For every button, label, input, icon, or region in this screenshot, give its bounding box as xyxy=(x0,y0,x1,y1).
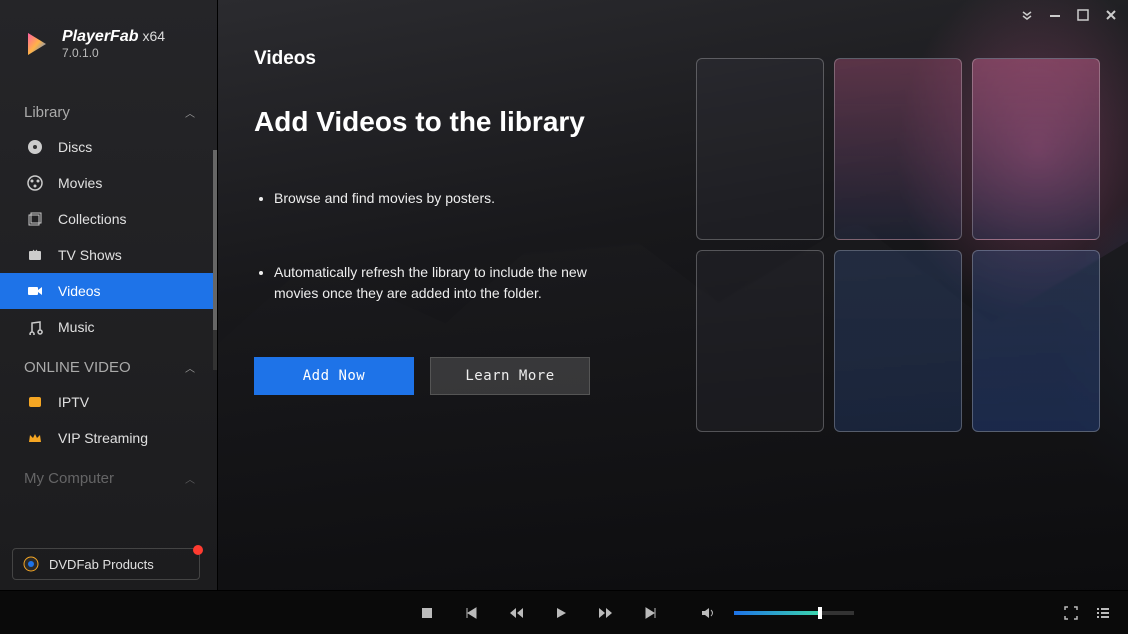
notification-dot-icon xyxy=(193,545,203,555)
player-bar xyxy=(0,590,1128,634)
sidebar-item-iptv[interactable]: IPTV xyxy=(0,384,217,420)
learn-more-button[interactable]: Learn More xyxy=(430,357,590,395)
volume-control xyxy=(700,605,854,621)
tv-icon xyxy=(26,246,44,264)
previous-icon[interactable] xyxy=(464,606,478,620)
section-my-computer[interactable]: My Computer ︿ xyxy=(0,462,217,495)
app-name: PlayerFab xyxy=(62,28,138,45)
sidebar-item-label: IPTV xyxy=(58,394,89,410)
transport-controls xyxy=(420,606,658,620)
play-icon[interactable] xyxy=(554,606,568,620)
maximize-icon[interactable] xyxy=(1076,8,1090,22)
sidebar-item-label: VIP Streaming xyxy=(58,430,148,446)
dvdfab-icon xyxy=(23,556,39,572)
chevron-up-icon: ︿ xyxy=(185,471,195,486)
sidebar-item-label: Movies xyxy=(58,175,102,191)
sidebar-item-vip-streaming[interactable]: VIP Streaming xyxy=(0,420,217,456)
add-now-button[interactable]: Add Now xyxy=(254,357,414,395)
crown-icon xyxy=(26,429,44,447)
iptv-icon xyxy=(26,393,44,411)
disc-icon xyxy=(26,138,44,156)
sidebar-scrollbar[interactable] xyxy=(213,150,217,370)
app-brand: PlayerFabx64 7.0.1.0 xyxy=(0,28,217,60)
stop-icon[interactable] xyxy=(420,606,434,620)
right-player-controls xyxy=(1064,606,1110,620)
volume-thumb[interactable] xyxy=(818,607,822,619)
scrollbar-thumb[interactable] xyxy=(213,150,217,330)
section-online-label: ONLINE VIDEO xyxy=(24,359,131,376)
volume-icon[interactable] xyxy=(700,605,716,621)
dropdown-icon[interactable] xyxy=(1020,8,1034,22)
sidebar-item-movies[interactable]: Movies xyxy=(0,165,217,201)
sidebar-item-label: TV Shows xyxy=(58,247,122,263)
section-computer-label: My Computer xyxy=(24,470,114,487)
close-icon[interactable] xyxy=(1104,8,1118,22)
page-heading: Add Videos to the library xyxy=(254,106,1092,138)
sidebar-item-music[interactable]: Music xyxy=(0,309,217,345)
sidebar-item-discs[interactable]: Discs xyxy=(0,129,217,165)
fast-forward-icon[interactable] xyxy=(598,606,614,620)
feature-bullet: Browse and find movies by posters. xyxy=(274,188,594,208)
chevron-up-icon: ︿ xyxy=(185,360,195,375)
playlist-icon[interactable] xyxy=(1096,606,1110,620)
collections-icon xyxy=(26,210,44,228)
section-online-video[interactable]: ONLINE VIDEO ︿ xyxy=(0,351,217,384)
app-arch: x64 xyxy=(142,28,165,44)
section-library-label: Library xyxy=(24,104,70,121)
film-icon xyxy=(26,174,44,192)
next-icon[interactable] xyxy=(644,606,658,620)
app-logo-icon xyxy=(22,29,52,59)
promo-label: DVDFab Products xyxy=(49,557,154,572)
fullscreen-icon[interactable] xyxy=(1064,606,1078,620)
page-title: Videos xyxy=(254,48,1092,70)
app-version: 7.0.1.0 xyxy=(62,46,165,60)
sidebar-item-tvshows[interactable]: TV Shows xyxy=(0,237,217,273)
dvdfab-products-button[interactable]: DVDFab Products xyxy=(12,548,200,580)
window-controls xyxy=(1020,8,1118,22)
main-content: Videos Add Videos to the library Browse … xyxy=(218,0,1128,590)
volume-slider[interactable] xyxy=(734,611,854,615)
volume-fill xyxy=(734,611,818,615)
sidebar-item-label: Videos xyxy=(58,283,101,299)
sidebar-item-collections[interactable]: Collections xyxy=(0,201,217,237)
sidebar-item-label: Discs xyxy=(58,139,92,155)
music-icon xyxy=(26,318,44,336)
sidebar: PlayerFabx64 7.0.1.0 Library ︿ Discs Mov… xyxy=(0,0,218,590)
sidebar-item-videos[interactable]: Videos xyxy=(0,273,217,309)
chevron-up-icon: ︿ xyxy=(185,105,195,120)
minimize-icon[interactable] xyxy=(1048,8,1062,22)
sidebar-item-label: Music xyxy=(58,319,95,335)
sidebar-item-label: Collections xyxy=(58,211,126,227)
rewind-icon[interactable] xyxy=(508,606,524,620)
section-library[interactable]: Library ︿ xyxy=(0,96,217,129)
video-icon xyxy=(26,282,44,300)
feature-bullet: Automatically refresh the library to inc… xyxy=(274,262,594,303)
